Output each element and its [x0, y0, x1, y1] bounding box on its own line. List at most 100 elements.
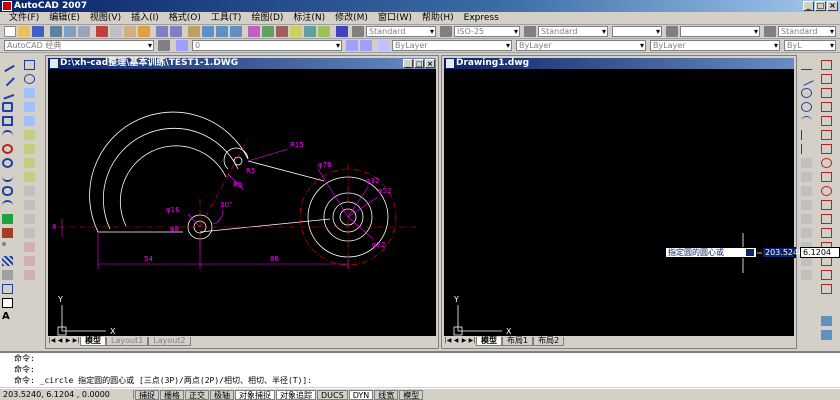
revcloud-icon[interactable]: [2, 158, 13, 168]
qleader-icon[interactable]: [801, 214, 812, 224]
lineweight-select[interactable]: ByLayer: [650, 40, 780, 51]
tab-layout2[interactable]: Layout2: [148, 336, 191, 346]
coordinate-display[interactable]: 203.5240, 6.1204 , 0.0000: [0, 390, 134, 399]
preview-icon[interactable]: [64, 26, 76, 37]
standard-style-icon[interactable]: [764, 26, 776, 37]
tab-last-icon[interactable]: ▶|: [72, 337, 80, 345]
tab-first-icon[interactable]: |◀: [48, 337, 56, 345]
make-block-icon[interactable]: [2, 228, 13, 238]
plot-style-select[interactable]: [680, 26, 760, 37]
tool-palettes-icon[interactable]: [276, 26, 288, 37]
join-icon[interactable]: [24, 228, 35, 238]
dynamic-input-y-field[interactable]: 6.1204: [800, 247, 840, 258]
tab-layout1[interactable]: Layout1: [106, 336, 149, 346]
doc1-maximize-button[interactable]: □: [414, 59, 424, 68]
polygon-icon[interactable]: [2, 102, 13, 112]
tab-next-icon[interactable]: ▶: [64, 337, 72, 345]
tab-last-icon[interactable]: ▶|: [468, 337, 476, 345]
rotate-icon[interactable]: [24, 144, 35, 154]
tab-model[interactable]: 模型: [80, 336, 106, 346]
text-style-icon[interactable]: [352, 26, 364, 37]
ortho-toggle[interactable]: 正交: [185, 389, 209, 400]
maximize-button[interactable]: □: [815, 1, 826, 11]
tolerance-icon[interactable]: [801, 158, 812, 168]
gradient-icon[interactable]: [2, 270, 13, 280]
command-prompt-line[interactable]: 命令: _circle 指定圆的圆心或 [三点(3P)/两点(2P)/相切、相切…: [14, 375, 840, 386]
calculator-icon[interactable]: [318, 26, 330, 37]
model-toggle[interactable]: 模型: [399, 389, 424, 400]
ucs-world-icon[interactable]: [821, 330, 832, 340]
pan-icon[interactable]: [188, 26, 200, 37]
save-icon[interactable]: [32, 26, 44, 37]
snap-apparent-intersection-icon[interactable]: [821, 130, 832, 140]
break-icon[interactable]: [24, 214, 35, 224]
table-style-select[interactable]: Standard: [538, 26, 608, 37]
design-center-icon[interactable]: [262, 26, 274, 37]
paste-icon[interactable]: [124, 26, 136, 37]
tab-prev-icon[interactable]: ◀: [452, 337, 460, 345]
scale-icon[interactable]: [24, 158, 35, 168]
construction-line-icon[interactable]: [0, 71, 15, 87]
point-icon[interactable]: [2, 242, 6, 246]
dim-linear-icon[interactable]: [801, 60, 812, 70]
menu-modify[interactable]: 修改(M): [330, 12, 373, 25]
line-icon[interactable]: [0, 57, 15, 73]
snap-extension-icon[interactable]: [821, 144, 832, 154]
menu-draw[interactable]: 绘图(D): [246, 12, 288, 25]
lineweight-toggle[interactable]: 线宽: [374, 389, 399, 400]
tab-first-icon[interactable]: |◀: [444, 337, 452, 345]
grid-toggle[interactable]: 栅格: [160, 389, 184, 400]
copy-icon[interactable]: [110, 26, 122, 37]
zoom-window-icon[interactable]: [216, 26, 228, 37]
dropdown-arrow-icon[interactable]: [746, 249, 754, 256]
workspace-select[interactable]: AutoCAD 经典: [4, 40, 154, 51]
dim-style-icon[interactable]: [440, 26, 452, 37]
menu-window[interactable]: 窗口(W): [373, 12, 417, 25]
match-properties-icon[interactable]: [138, 26, 150, 37]
model-space-canvas-2[interactable]: Y X: [444, 69, 794, 336]
ellipse-icon[interactable]: [2, 186, 13, 196]
tab-prev-icon[interactable]: ◀: [56, 337, 64, 345]
dim-baseline-icon[interactable]: [801, 130, 812, 140]
mirror-icon[interactable]: [24, 88, 35, 98]
command-line[interactable]: 命令: 命令: 命令: _circle 指定圆的圆心或 [三点(3P)/两点(2…: [0, 351, 840, 387]
dim-diameter-icon[interactable]: [801, 102, 812, 112]
extend-icon[interactable]: [24, 200, 35, 210]
properties-icon[interactable]: [248, 26, 260, 37]
dyn-toggle[interactable]: DYN: [348, 389, 374, 400]
snap-parallel-icon[interactable]: [821, 214, 832, 224]
plot-style-icon[interactable]: [666, 26, 678, 37]
fillet-icon[interactable]: [24, 256, 35, 266]
menu-format[interactable]: 格式(O): [164, 12, 206, 25]
multiline-text-icon[interactable]: A: [2, 312, 13, 322]
menu-view[interactable]: 视图(V): [85, 12, 126, 25]
dim-continue-icon[interactable]: [801, 144, 812, 154]
spline-icon[interactable]: [2, 172, 13, 182]
arc-icon[interactable]: [2, 130, 13, 140]
snap-intersection-icon[interactable]: [821, 116, 832, 126]
snap-toggle[interactable]: 捕捉: [135, 389, 159, 400]
minimize-button[interactable]: _: [803, 1, 814, 11]
dim-style-select[interactable]: ISO-25: [454, 26, 520, 37]
doc1-minimize-button[interactable]: _: [403, 59, 413, 68]
explode-icon[interactable]: [24, 270, 35, 280]
move-icon[interactable]: [24, 130, 35, 140]
hatch-icon[interactable]: [2, 256, 13, 266]
tab-next-icon[interactable]: ▶: [460, 337, 468, 345]
layer-select[interactable]: 0: [192, 40, 342, 51]
markup-icon[interactable]: [304, 26, 316, 37]
table-style-icon[interactable]: [524, 26, 536, 37]
region-icon[interactable]: [2, 284, 13, 294]
snap-center-icon[interactable]: [821, 158, 832, 168]
help-icon[interactable]: [336, 26, 348, 37]
center-mark-icon[interactable]: [801, 172, 812, 182]
menu-express[interactable]: Express: [459, 12, 504, 25]
chamfer-icon[interactable]: [24, 242, 35, 252]
tab-layout2-2[interactable]: 布局2: [533, 336, 565, 346]
workspace-settings-icon[interactable]: [158, 40, 170, 51]
layer-manager-icon[interactable]: [176, 40, 188, 51]
osnap-settings-icon[interactable]: [821, 284, 832, 294]
ducs-toggle[interactable]: DUCS: [317, 389, 348, 400]
snap-none-icon[interactable]: [821, 270, 832, 280]
snap-quadrant-icon[interactable]: [821, 172, 832, 182]
